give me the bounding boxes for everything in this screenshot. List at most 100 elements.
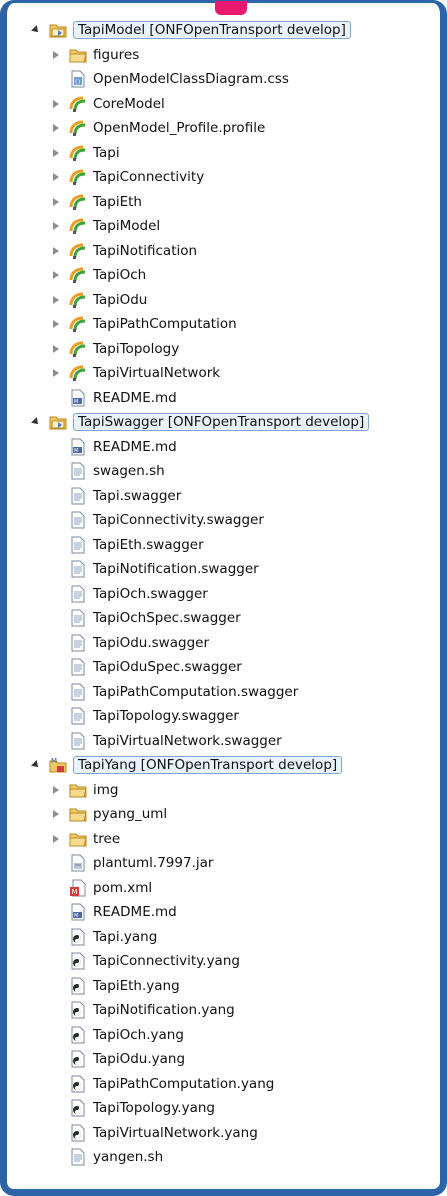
text-file-icon xyxy=(69,585,87,603)
tree-item-tapi-yang[interactable]: Tapi.yang xyxy=(29,925,439,950)
tree-item-label: plantuml.7997.jar xyxy=(93,855,214,872)
collapsed-toggle-icon[interactable] xyxy=(49,832,63,846)
collapsed-toggle-icon[interactable] xyxy=(49,268,63,282)
project-tapiyang[interactable]: M TapiYang [ONFOpenTransport develop] xyxy=(29,753,439,778)
tree-item-label: README.md xyxy=(93,438,177,455)
tree-item-tapivirtualnetwork-yang[interactable]: TapiVirtualNetwork.yang xyxy=(29,1121,439,1146)
tree-item-tapinotification[interactable]: TapiNotification xyxy=(29,239,439,264)
tree-item-swagen-sh[interactable]: swagen.sh xyxy=(29,459,439,484)
tree-item-tapitopology-yang[interactable]: TapiTopology.yang xyxy=(29,1096,439,1121)
collapsed-toggle-icon[interactable] xyxy=(49,293,63,307)
svg-text:M: M xyxy=(74,448,78,454)
tree-item-tapioch-yang[interactable]: TapiOch.yang xyxy=(29,1023,439,1048)
uml-model-icon xyxy=(69,95,87,113)
tree-item-label: TapiEth xyxy=(93,193,142,210)
tree-item-tapitopology-swagger[interactable]: TapiTopology.swagger xyxy=(29,704,439,729)
tree-item-tapivirtualnetwork[interactable]: TapiVirtualNetwork xyxy=(29,361,439,386)
project-tapiswagger[interactable]: TapiSwagger [ONFOpenTransport develop] xyxy=(29,410,439,435)
tree-item-label: OpenModel_Profile.profile xyxy=(93,120,266,137)
uml-model-icon xyxy=(69,364,87,382)
tree-item-label: tree xyxy=(93,830,121,847)
tree-item-label: img xyxy=(93,781,119,798)
tree-item-readme-md[interactable]: M README.md xyxy=(29,900,439,925)
tree-item-tapi-swagger[interactable]: Tapi.swagger xyxy=(29,484,439,509)
tree-item-tapieth-yang[interactable]: TapiEth.yang xyxy=(29,974,439,999)
tree-item-label: TapiTopology xyxy=(93,340,180,357)
project-label: TapiYang [ONFOpenTransport develop] xyxy=(73,756,343,775)
collapsed-toggle-icon[interactable] xyxy=(49,807,63,821)
tree-item-tree[interactable]: tree xyxy=(29,827,439,852)
tree-item-pyang-uml[interactable]: pyang_uml xyxy=(29,802,439,827)
collapsed-toggle-icon[interactable] xyxy=(49,342,63,356)
tree-item-openmodelclassdiagram-css[interactable]: {} OpenModelClassDiagram.css xyxy=(29,67,439,92)
tree-item-label: TapiTopology.swagger xyxy=(93,708,239,725)
tree-item-tapiochspec-swagger[interactable]: TapiOchSpec.swagger xyxy=(29,606,439,631)
collapsed-toggle-icon[interactable] xyxy=(49,48,63,62)
tree-item-tapimodel[interactable]: TapiModel xyxy=(29,214,439,239)
text-file-icon xyxy=(69,462,87,480)
tree-item-yangen-sh[interactable]: yangen.sh xyxy=(29,1145,439,1170)
collapsed-toggle-icon[interactable] xyxy=(49,366,63,380)
tree-item-tapiconnectivity-swagger[interactable]: TapiConnectivity.swagger xyxy=(29,508,439,533)
folder-icon xyxy=(69,830,87,848)
tree-item-tapitopology[interactable]: TapiTopology xyxy=(29,337,439,362)
collapsed-toggle-icon[interactable] xyxy=(49,121,63,135)
css-file-icon: {} xyxy=(69,70,87,88)
tree-item-tapiconnectivity-yang[interactable]: TapiConnectivity.yang xyxy=(29,949,439,974)
tree-item-tapioch[interactable]: TapiOch xyxy=(29,263,439,288)
collapsed-toggle-icon[interactable] xyxy=(49,244,63,258)
text-file-icon xyxy=(69,536,87,554)
tree-item-pom-xml[interactable]: Mpom.xml xyxy=(29,876,439,901)
tree-item-tapieth-swagger[interactable]: TapiEth.swagger xyxy=(29,533,439,558)
folder-icon xyxy=(69,805,87,823)
collapsed-toggle-icon[interactable] xyxy=(49,783,63,797)
tree-item-coremodel[interactable]: CoreModel xyxy=(29,92,439,117)
expand-toggle-icon[interactable] xyxy=(29,415,43,429)
tree-item-tapinotification-yang[interactable]: TapiNotification.yang xyxy=(29,998,439,1023)
tree-item-readme-md[interactable]: M README.md xyxy=(29,386,439,411)
tree-item-tapipathcomputation-yang[interactable]: TapiPathComputation.yang xyxy=(29,1072,439,1097)
tree-item-label: TapiVirtualNetwork xyxy=(93,365,221,382)
tree-item-tapinotification-swagger[interactable]: TapiNotification.swagger xyxy=(29,557,439,582)
uml-model-icon xyxy=(69,291,87,309)
tree-item-label: TapiOdu.yang xyxy=(93,1051,186,1068)
expand-toggle-icon[interactable] xyxy=(29,23,43,37)
tree-item-label: TapiPathComputation.yang xyxy=(93,1075,275,1092)
tree-item-tapioch-swagger[interactable]: TapiOch.swagger xyxy=(29,582,439,607)
yang-file-icon xyxy=(69,952,87,970)
collapsed-toggle-icon[interactable] xyxy=(49,146,63,160)
tree-item-figures[interactable]: figures xyxy=(29,43,439,68)
folder-icon xyxy=(69,46,87,64)
tree-item-label: TapiEth.yang xyxy=(93,977,180,994)
tree-item-label: TapiOchSpec.swagger xyxy=(93,610,241,627)
tree-item-tapiodu-swagger[interactable]: TapiOdu.swagger xyxy=(29,631,439,656)
tree-item-tapipathcomputation[interactable]: TapiPathComputation xyxy=(29,312,439,337)
package-explorer-frame: TapiModel [ONFOpenTransport develop] figu… xyxy=(0,0,447,1196)
uml-model-icon xyxy=(69,144,87,162)
tree-item-tapiodu-yang[interactable]: TapiOdu.yang xyxy=(29,1047,439,1072)
collapsed-toggle-icon[interactable] xyxy=(49,97,63,111)
tree-item-tapiconnectivity[interactable]: TapiConnectivity xyxy=(29,165,439,190)
tree-item-tapioduspec-swagger[interactable]: TapiOduSpec.swagger xyxy=(29,655,439,680)
tree-item-tapipathcomputation-swagger[interactable]: TapiPathComputation.swagger xyxy=(29,680,439,705)
tree-item-label: TapiConnectivity.yang xyxy=(93,953,240,970)
window-tab-handle[interactable] xyxy=(215,1,247,15)
tree-item-tapi[interactable]: Tapi xyxy=(29,141,439,166)
collapsed-toggle-icon[interactable] xyxy=(49,317,63,331)
collapsed-toggle-icon[interactable] xyxy=(49,195,63,209)
tree-item-plantuml-7997-jar[interactable]: plantuml.7997.jar xyxy=(29,851,439,876)
tree-item-tapiodu[interactable]: TapiOdu xyxy=(29,288,439,313)
text-file-icon xyxy=(69,634,87,652)
project-tapimodel[interactable]: TapiModel [ONFOpenTransport develop] xyxy=(29,18,439,43)
tree-item-openmodel-profile-profile[interactable]: OpenModel_Profile.profile xyxy=(29,116,439,141)
tree-item-readme-md[interactable]: M README.md xyxy=(29,435,439,460)
collapsed-toggle-icon[interactable] xyxy=(49,219,63,233)
yang-file-icon xyxy=(69,1001,87,1019)
tree-item-img[interactable]: img xyxy=(29,778,439,803)
collapsed-toggle-icon[interactable] xyxy=(49,170,63,184)
tree-item-tapieth[interactable]: TapiEth xyxy=(29,190,439,215)
yang-file-icon xyxy=(69,1050,87,1068)
expand-toggle-icon[interactable] xyxy=(29,758,43,772)
tree-item-tapivirtualnetwork-swagger[interactable]: TapiVirtualNetwork.swagger xyxy=(29,729,439,754)
tree-item-label: TapiOdu xyxy=(93,291,148,308)
